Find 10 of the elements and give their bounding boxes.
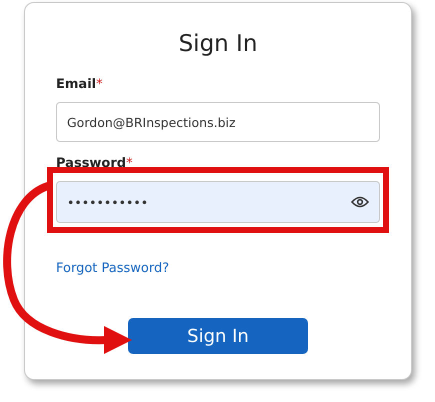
forgot-password-link[interactable]: Forgot Password? xyxy=(56,261,170,276)
required-mark: * xyxy=(96,77,103,92)
input-field[interactable]: ••••••••••• xyxy=(56,181,380,223)
field-label: Email xyxy=(56,77,96,92)
field-label: Password xyxy=(56,156,126,171)
form-title: Sign In xyxy=(178,31,258,57)
input-field[interactable]: Gordon@BRInspections.biz xyxy=(56,102,380,142)
sign-in-button[interactable]: Sign In xyxy=(128,318,308,354)
required-mark: * xyxy=(126,156,133,171)
eye-icon[interactable] xyxy=(351,196,369,208)
